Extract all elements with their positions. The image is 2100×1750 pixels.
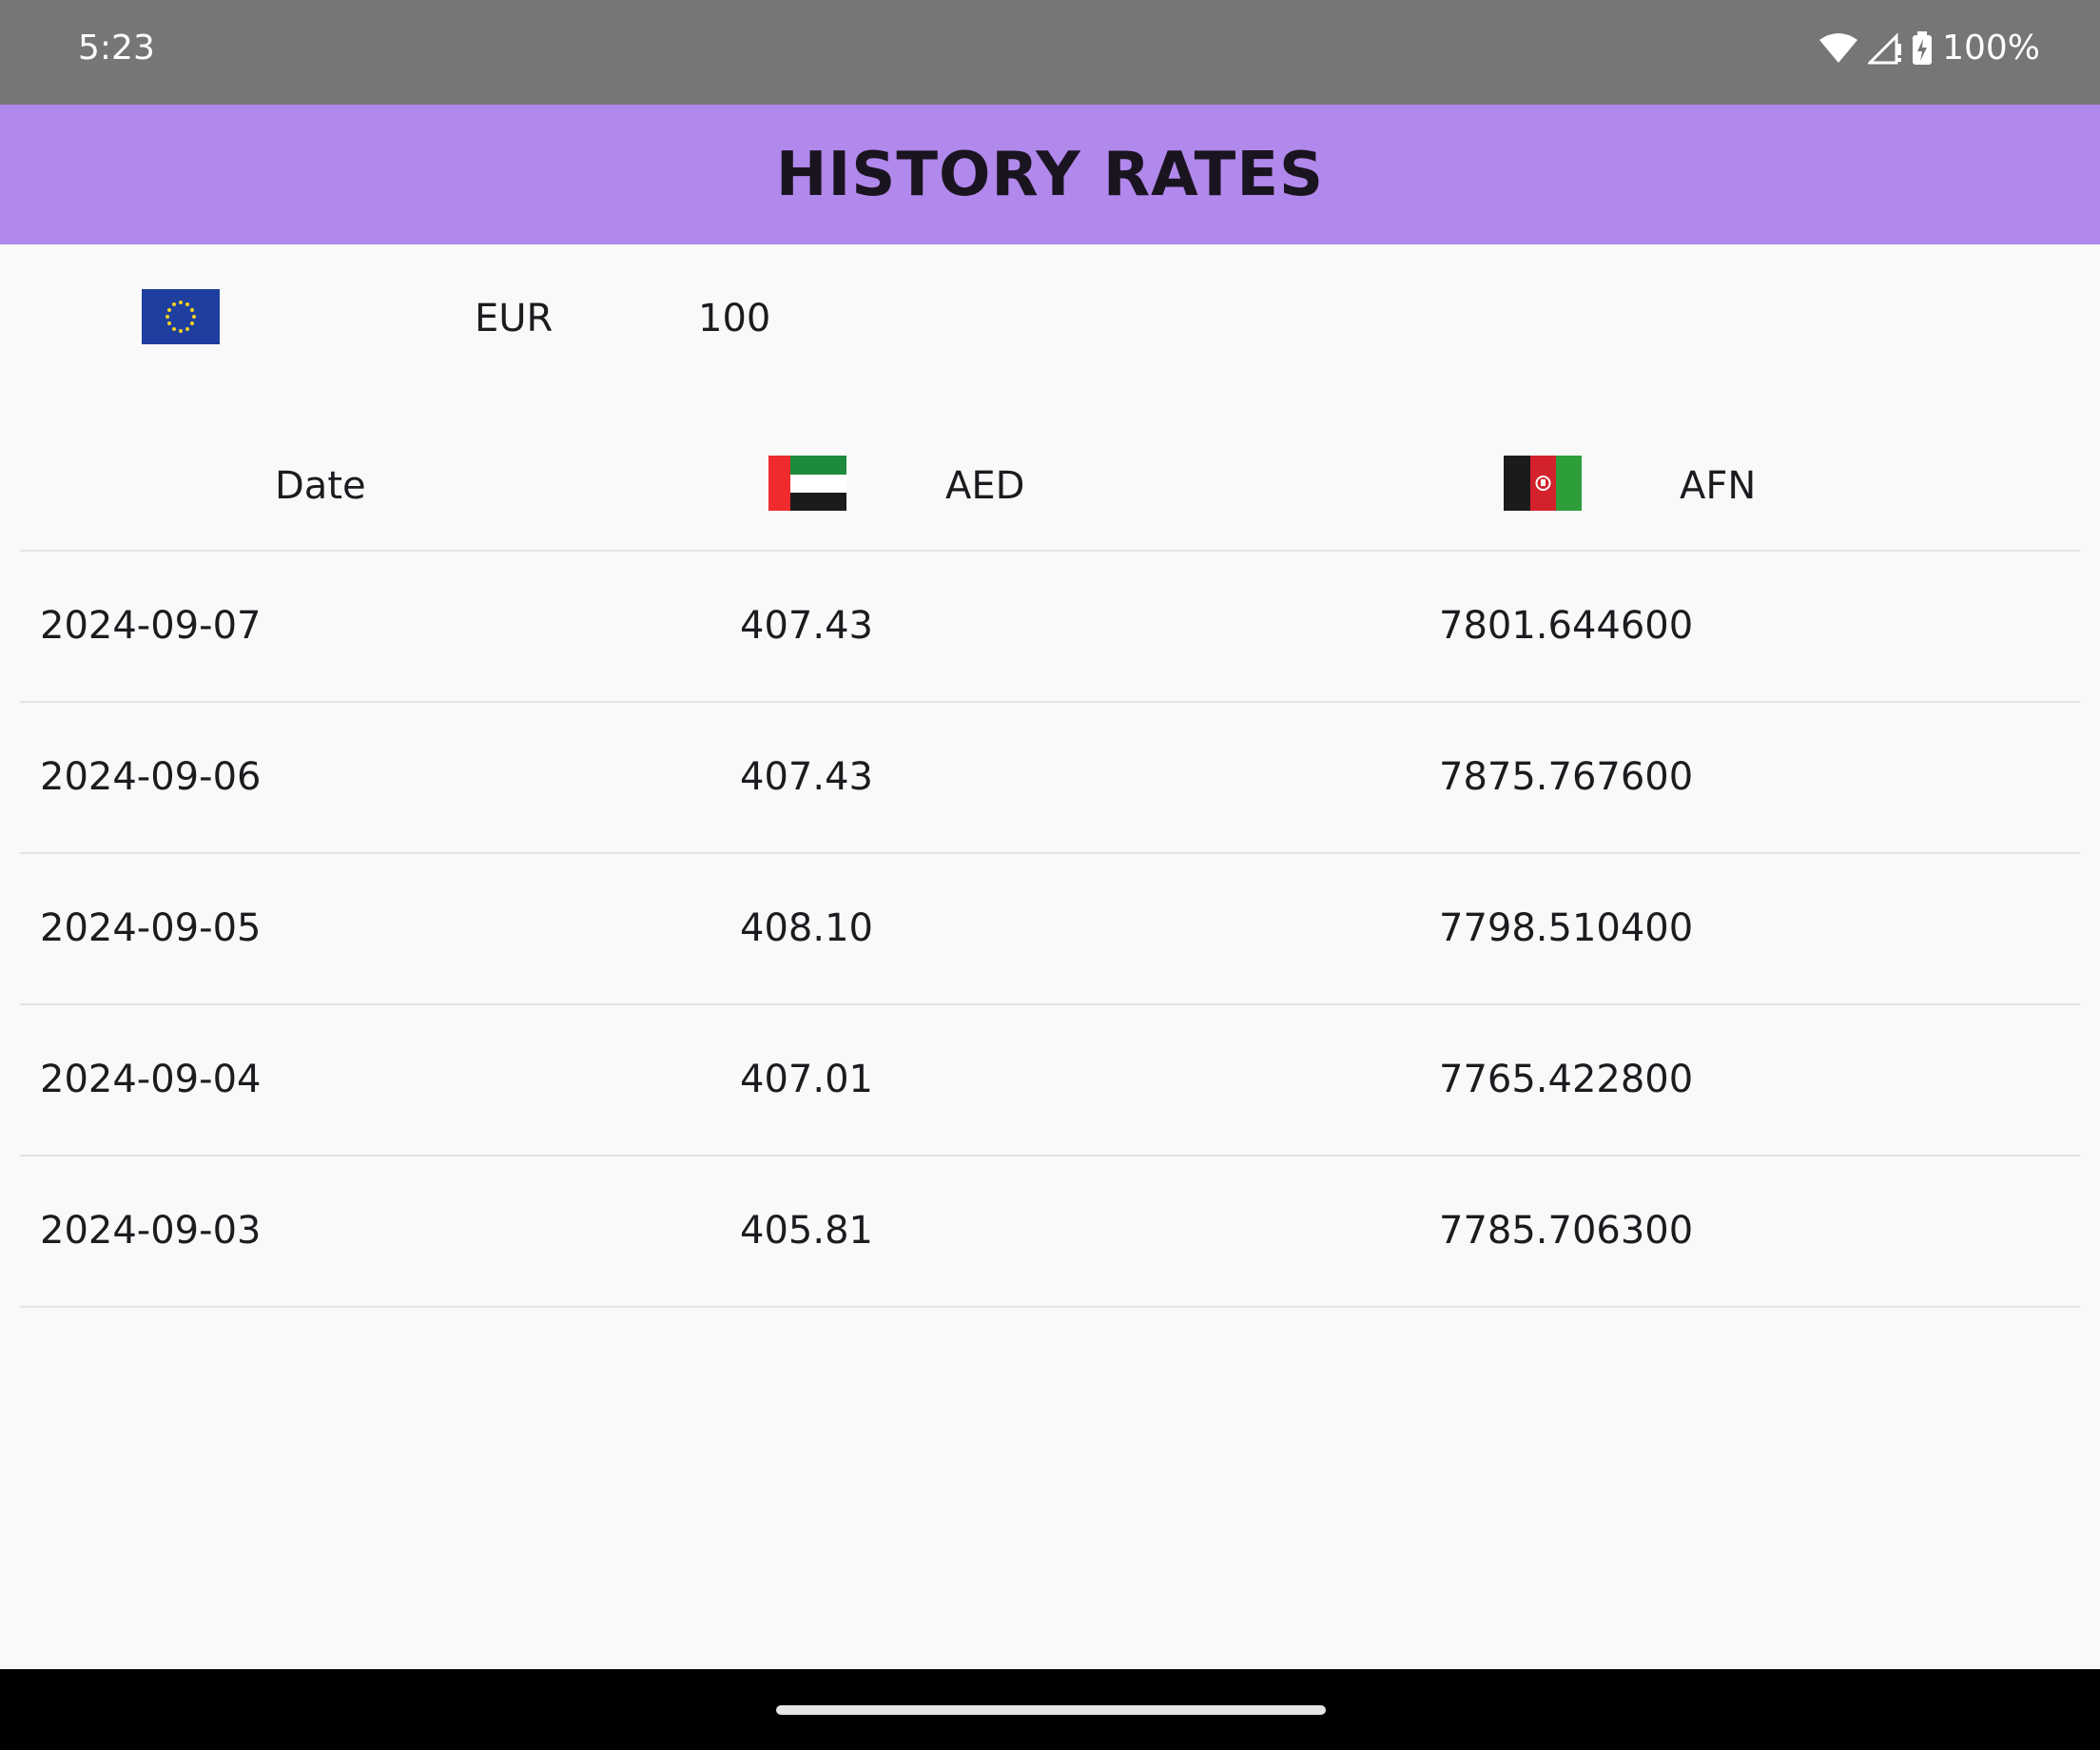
navigation-bar: [0, 1669, 2100, 1750]
column-header-afn: AFN: [1680, 464, 1757, 508]
base-currency-row[interactable]: EUR 100: [0, 244, 2100, 387]
cellular-signal-icon: [1868, 31, 1902, 65]
column-header-date: Date: [275, 464, 366, 508]
eu-flag-icon: [142, 289, 220, 344]
battery-percentage: 100%: [1942, 29, 2040, 68]
cell-aed: 407.43: [740, 755, 873, 799]
cell-date: 2024-09-03: [40, 1209, 262, 1253]
page-title: HISTORY RATES: [775, 139, 1325, 210]
status-time: 5:23: [78, 29, 155, 68]
cell-aed: 407.43: [740, 604, 873, 648]
base-currency-code[interactable]: EUR: [475, 297, 553, 340]
table-row: 2024-09-05 408.10 7798.510400: [20, 854, 2080, 1005]
battery-charging-icon: [1912, 30, 1933, 66]
wifi-icon: [1818, 32, 1858, 65]
table-row: 2024-09-04 407.01 7765.422800: [20, 1005, 2080, 1157]
cell-aed: 407.01: [740, 1058, 873, 1101]
table-row: 2024-09-03 405.81 7785.706300: [20, 1157, 2080, 1308]
uae-flag-icon: [768, 456, 846, 511]
cell-date: 2024-09-06: [40, 755, 262, 799]
cell-afn: 7801.644600: [1439, 604, 1694, 648]
cell-afn: 7875.767600: [1439, 755, 1694, 799]
cell-afn: 7785.706300: [1439, 1209, 1694, 1253]
cell-aed: 408.10: [740, 906, 873, 950]
app-bar: HISTORY RATES: [0, 105, 2100, 244]
home-gesture-handle[interactable]: [776, 1705, 1326, 1715]
cell-aed: 405.81: [740, 1209, 873, 1253]
table-row: 2024-09-06 407.43 7875.767600: [20, 703, 2080, 854]
base-amount[interactable]: 100: [698, 297, 770, 340]
afghanistan-flag-icon: [1504, 456, 1582, 511]
status-icons: 100%: [1818, 29, 2040, 68]
status-bar: 5:23 100%: [0, 0, 2100, 105]
cell-date: 2024-09-07: [40, 604, 262, 648]
table-header: Date AED AFN: [20, 426, 2080, 552]
cell-afn: 7765.422800: [1439, 1058, 1694, 1101]
cell-date: 2024-09-05: [40, 906, 262, 950]
cell-afn: 7798.510400: [1439, 906, 1694, 950]
cell-date: 2024-09-04: [40, 1058, 262, 1101]
table-row: 2024-09-07 407.43 7801.644600: [20, 552, 2080, 703]
column-header-aed: AED: [945, 464, 1025, 508]
